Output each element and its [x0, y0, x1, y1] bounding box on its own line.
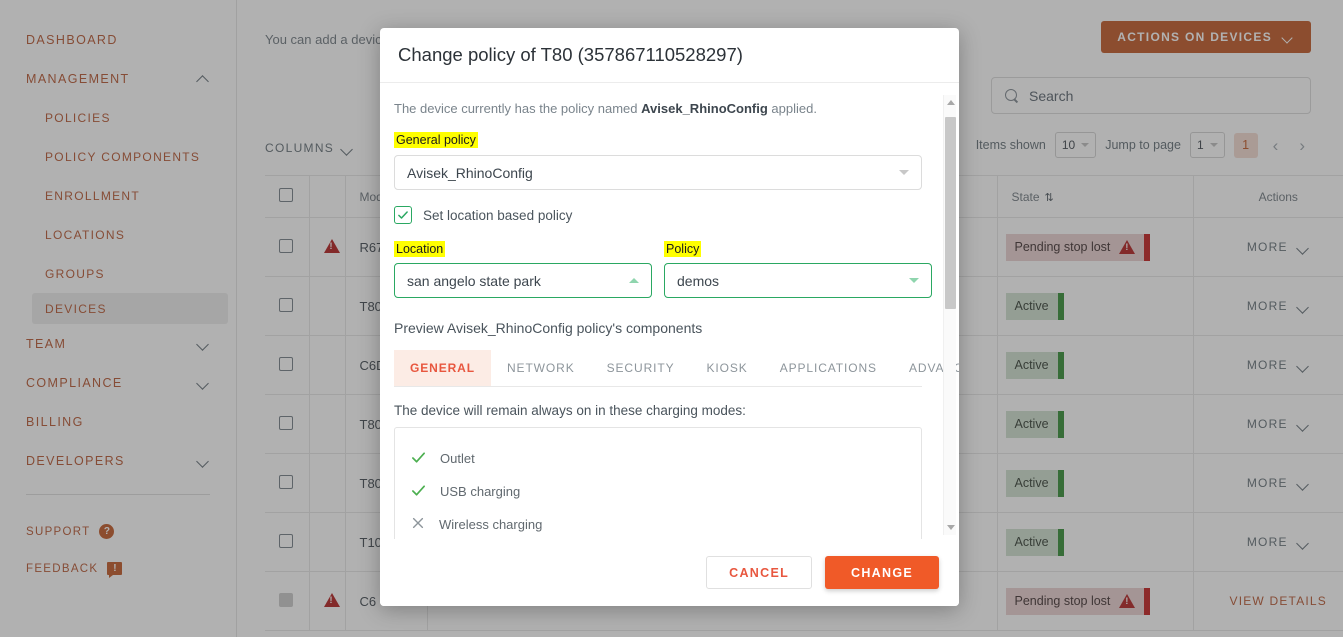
policy-label: Policy: [664, 241, 702, 257]
change-policy-dialog: Change policy of T80 (357867110528297) T…: [380, 28, 959, 606]
policy-value: demos: [677, 272, 720, 289]
location-based-policy-label: Set location based policy: [423, 207, 573, 223]
general-policy-label: General policy: [394, 132, 478, 148]
location-value: san angelo state park: [407, 272, 541, 289]
chevron-up-icon: [629, 278, 639, 283]
check-icon: [398, 211, 408, 219]
dialog-body: The device currently has the policy name…: [380, 83, 959, 539]
scroll-down-icon[interactable]: [947, 525, 955, 530]
scrollbar-thumb[interactable]: [945, 117, 956, 309]
charging-title: The device will remain always on in thes…: [394, 403, 746, 418]
charging-mode-row: Outlet: [411, 442, 905, 475]
location-label-wrap: Location: [394, 240, 652, 258]
charging-mode-label: Wireless charging: [439, 517, 543, 532]
location-label: Location: [394, 241, 446, 257]
note-suffix: applied.: [767, 101, 817, 116]
policy-select[interactable]: demos: [664, 263, 932, 298]
chevron-down-icon: [899, 170, 909, 175]
check-icon: [411, 450, 426, 468]
general-policy-select[interactable]: Avisek_RhinoConfig: [394, 155, 922, 190]
dialog-footer: CANCEL CHANGE: [380, 539, 959, 606]
tab-network[interactable]: NETWORK: [491, 350, 591, 386]
dialog-scrollbar[interactable]: [943, 95, 956, 535]
charging-mode-row: Wireless charging: [411, 508, 905, 539]
preview-tabs: GENERAL NETWORK SECURITY KIOSK APPLICATIONS A…: [394, 350, 959, 387]
charging-mode-row: USB charging: [411, 475, 905, 508]
location-policy-selects: san angelo state park demos: [394, 263, 941, 298]
location-select[interactable]: san angelo state park: [394, 263, 652, 298]
policy-label-wrap: Policy: [664, 240, 932, 258]
check-icon: [411, 483, 426, 501]
tab-applications[interactable]: APPLICATIONS: [764, 350, 893, 386]
current-policy-note: The device currently has the policy name…: [394, 101, 941, 116]
close-icon: [411, 516, 425, 533]
note-prefix: The device currently has the policy name…: [394, 101, 642, 116]
tab-security[interactable]: SECURITY: [591, 350, 691, 386]
chevron-down-icon: [909, 278, 919, 283]
dialog-title: Change policy of T80 (357867110528297): [398, 44, 743, 65]
location-policy-labels: Location Policy: [394, 240, 941, 258]
dialog-header: Change policy of T80 (357867110528297): [380, 28, 959, 83]
general-policy-value: Avisek_RhinoConfig: [407, 164, 533, 181]
tab-kiosk[interactable]: KIOSK: [691, 350, 764, 386]
tab-general[interactable]: GENERAL: [394, 350, 491, 386]
app-root: DASHBOARD MANAGEMENT POLICIES POLICY COMPON…: [0, 0, 1343, 637]
scroll-up-icon[interactable]: [947, 100, 955, 105]
location-based-policy-checkbox[interactable]: [394, 206, 412, 224]
cancel-button[interactable]: CANCEL: [706, 556, 813, 589]
general-policy-label-wrap: General policy: [394, 131, 941, 149]
charging-mode-label: USB charging: [440, 484, 521, 499]
change-button[interactable]: CHANGE: [825, 556, 939, 589]
note-policy-name: Avisek_RhinoConfig: [641, 101, 768, 116]
charging-modes-list: Outlet USB charging Wireless charging: [394, 427, 922, 539]
charging-mode-label: Outlet: [440, 451, 475, 466]
location-based-policy-row[interactable]: Set location based policy: [394, 206, 941, 224]
preview-title: Preview Avisek_RhinoConfig policy's comp…: [394, 320, 703, 336]
